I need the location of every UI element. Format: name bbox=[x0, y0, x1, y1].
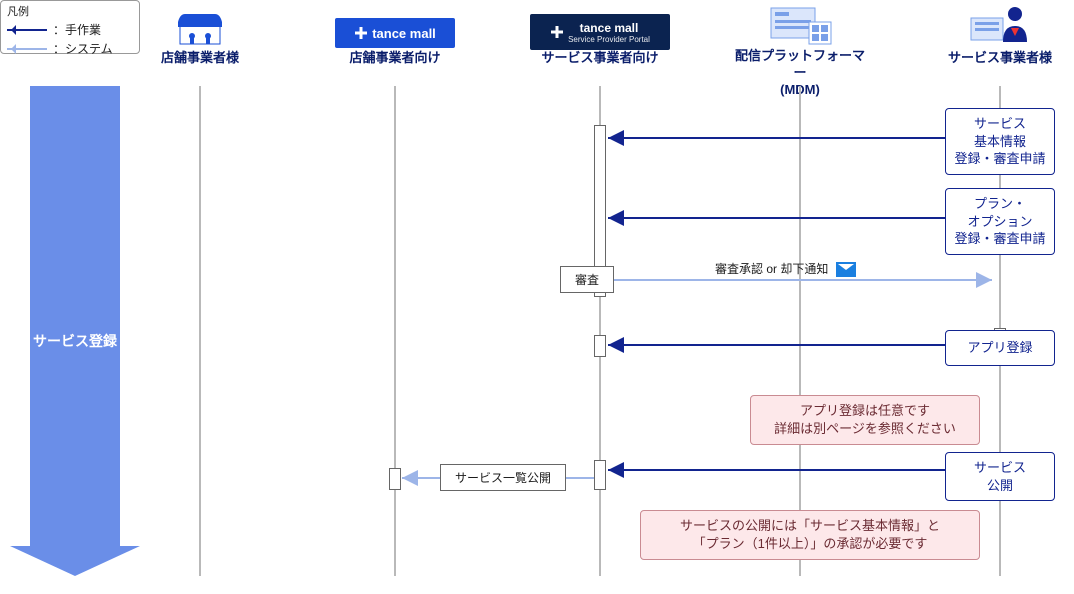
lane-label-sp: サービス事業者様 bbox=[930, 50, 1070, 67]
activation-shop-mall bbox=[389, 468, 401, 490]
legend-arrow-manual-icon bbox=[7, 29, 47, 31]
review-result-label: 審査承認 or 却下通知 bbox=[715, 260, 856, 277]
action-service-basic: サービス 基本情報 登録・審査申請 bbox=[945, 108, 1055, 175]
lifeline-mdm bbox=[799, 86, 801, 576]
phase-label: サービス登録 bbox=[30, 331, 120, 351]
plus-icon bbox=[550, 25, 564, 39]
plus-icon bbox=[354, 26, 368, 40]
lane-label-sp-mall: サービス事業者向け bbox=[530, 50, 670, 67]
tance-mall-shop-badge: tance mall bbox=[335, 18, 455, 48]
service-provider-icon bbox=[965, 4, 1035, 51]
sequence-arrows bbox=[0, 0, 1074, 594]
phase-column: サービス登録 bbox=[10, 86, 140, 576]
lifeline-shop-mall bbox=[394, 86, 396, 576]
tance-mall-shop-text: tance mall bbox=[372, 26, 436, 41]
legend-label-manual: ：手作業 bbox=[53, 21, 101, 38]
lifeline-shop bbox=[199, 86, 201, 576]
action-plan-option: プラン・ オプション 登録・審査申請 bbox=[945, 188, 1055, 255]
note-publish-requirement: サービスの公開には「サービス基本情報」と 「プラン（1件以上）」の承認が必要です bbox=[640, 510, 980, 560]
tance-mall-sp-sub: Service Provider Portal bbox=[568, 35, 650, 44]
mdm-platform-icon bbox=[765, 4, 835, 49]
legend-label-system: ：システム bbox=[53, 40, 113, 57]
note-app-optional: アプリ登録は任意です 詳細は別ページを参照ください bbox=[750, 395, 980, 445]
legend-arrow-system-icon bbox=[7, 48, 47, 50]
legend-row-manual: ：手作業 bbox=[7, 21, 133, 38]
tance-mall-sp-text: tance mall bbox=[580, 21, 639, 35]
review-box: 審査 bbox=[560, 266, 614, 293]
publish-list-label: サービス一覧公開 bbox=[440, 464, 566, 491]
activation-sp-mall-3 bbox=[594, 460, 606, 490]
lane-label-shop-mall: 店舗事業者向け bbox=[325, 50, 465, 67]
action-app-register: アプリ登録 bbox=[945, 330, 1055, 366]
legend-row-system: ：システム bbox=[7, 40, 133, 57]
lane-label-shop: 店舗事業者様 bbox=[130, 50, 270, 67]
mail-icon bbox=[836, 262, 856, 277]
activation-sp-mall-2 bbox=[594, 335, 606, 357]
legend-title: 凡例 bbox=[7, 3, 133, 19]
action-service-publish: サービス 公開 bbox=[945, 452, 1055, 501]
shop-owner-icon bbox=[165, 8, 235, 51]
legend-box: 凡例 ：手作業 ：システム bbox=[0, 0, 140, 54]
tance-mall-sp-badge: tance mall Service Provider Portal bbox=[530, 14, 670, 50]
